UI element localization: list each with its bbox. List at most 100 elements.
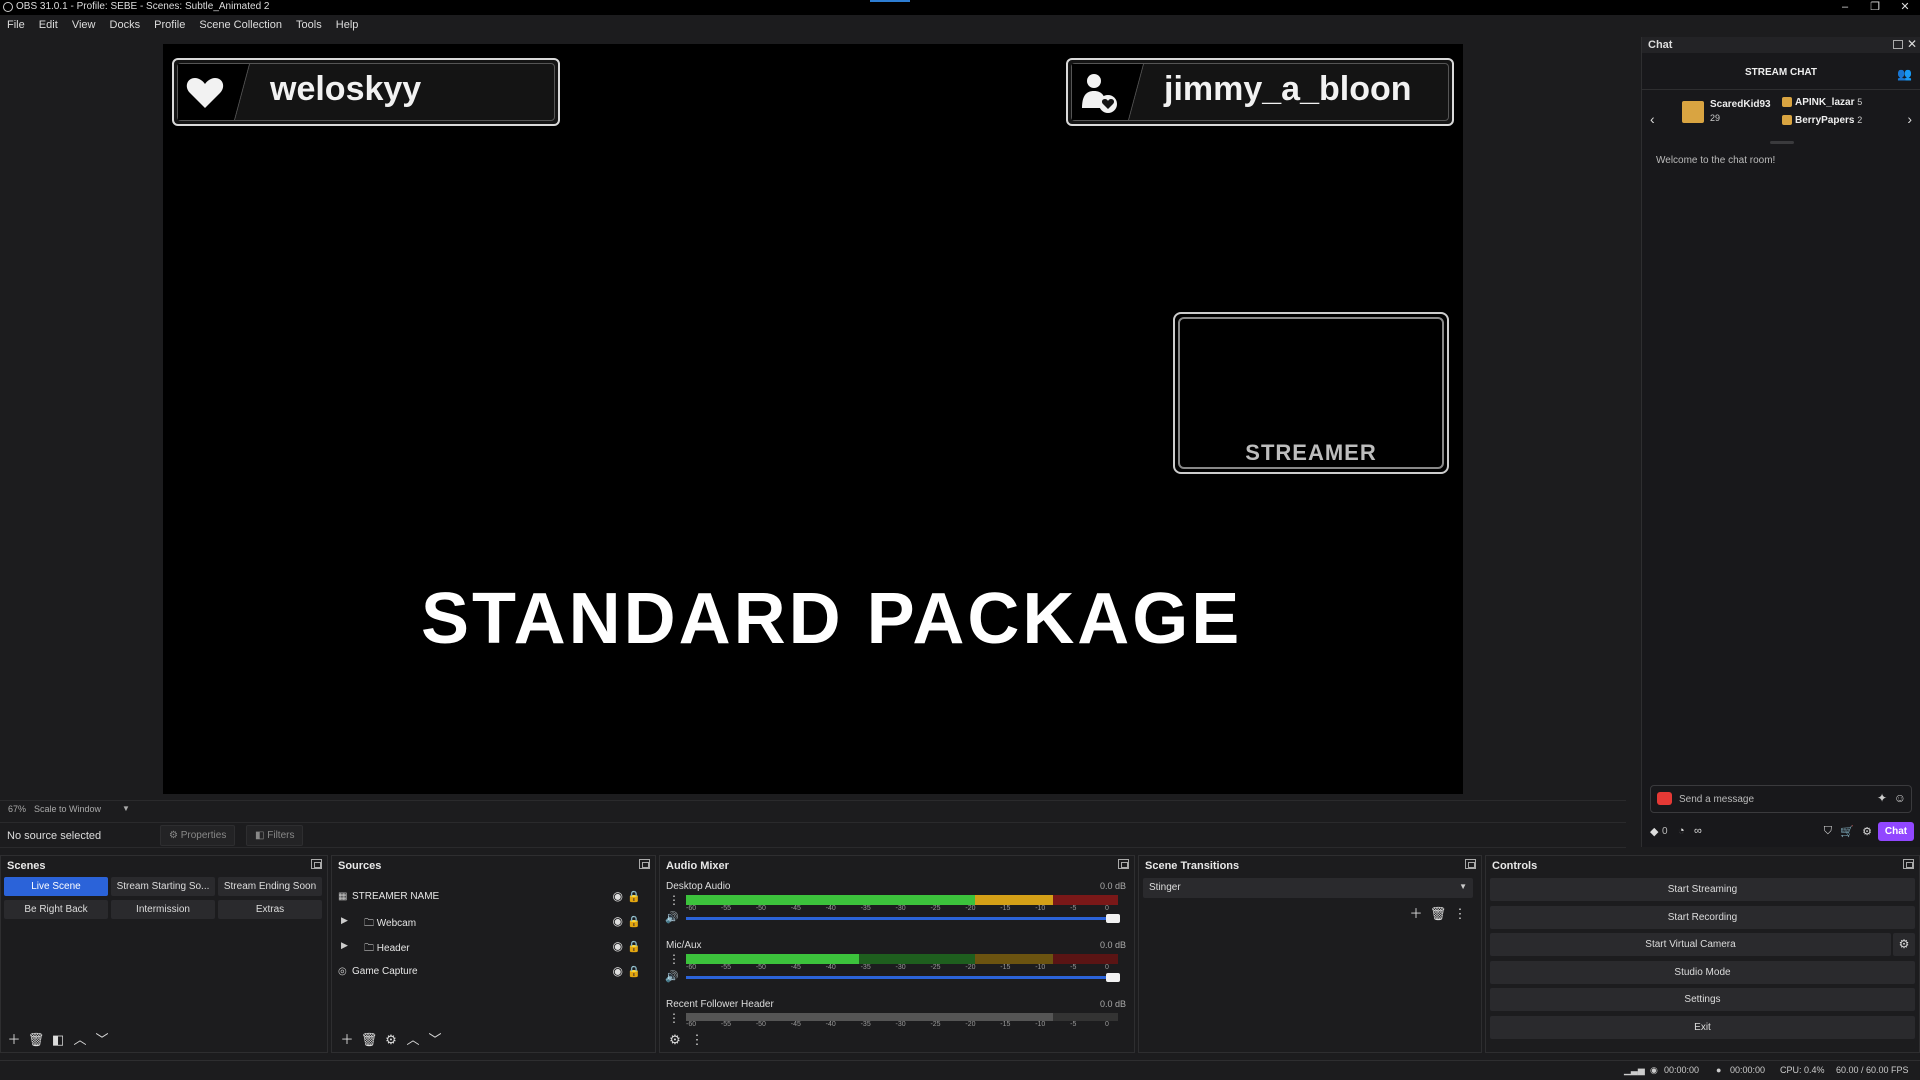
scene-live-scene[interactable]: Live Scene — [4, 877, 108, 896]
expand-arrow-icon[interactable]: ▶ — [341, 915, 348, 926]
close-button[interactable]: ✕ — [1890, 0, 1920, 15]
undock-icon[interactable] — [1465, 859, 1476, 869]
add-transition-icon[interactable]: ＋ — [1407, 906, 1425, 922]
speaker-icon[interactable]: 🔊 — [665, 970, 679, 983]
volume-slider[interactable] — [686, 973, 1120, 982]
channel-menu-icon[interactable]: ⋮ — [668, 893, 680, 907]
preview-canvas[interactable]: weloskyy jimmy_a_bloon STREAMER STANDARD… — [163, 44, 1463, 794]
add-scene-icon[interactable]: ＋ — [5, 1032, 23, 1048]
undock-icon[interactable] — [1893, 40, 1903, 49]
menu-view[interactable]: View — [65, 15, 96, 31]
meter-tick-label: -10 — [1035, 964, 1046, 971]
scene-extras[interactable]: Extras — [218, 900, 322, 919]
menu-edit[interactable]: Edit — [32, 15, 58, 31]
visibility-eye-icon[interactable]: ◉ — [613, 964, 623, 978]
lock-icon[interactable]: 🔒 — [627, 965, 641, 978]
scene-stream-ending-soon[interactable]: Stream Ending Soon — [218, 877, 322, 896]
source-row[interactable]: ▶ 🗀 Webcam ◉ 🔒 — [338, 913, 645, 931]
settings-button[interactable]: Settings — [1490, 988, 1915, 1011]
menu-profile[interactable]: Profile — [147, 15, 185, 31]
channel-menu-icon[interactable]: ⋮ — [668, 1011, 680, 1025]
users-icon[interactable]: 👥 — [1897, 67, 1912, 81]
chevron-left-icon[interactable]: ‹ — [1650, 111, 1655, 127]
zoom-dropdown-icon[interactable]: ▼ — [122, 804, 130, 813]
menu-file[interactable]: File — [0, 15, 25, 31]
add-source-icon[interactable]: ＋ — [338, 1032, 356, 1048]
close-icon[interactable]: ✕ — [1907, 37, 1917, 51]
lock-icon[interactable]: 🔒 — [627, 915, 641, 928]
menu-scene-collection[interactable]: Scene Collection — [192, 15, 282, 31]
scene-filters-icon[interactable]: ◧ — [49, 1032, 67, 1048]
chat-dock-header: Chat ✕ — [1642, 37, 1920, 53]
virtual-camera-gear-icon[interactable]: ⚙ — [1893, 933, 1915, 956]
move-down-icon[interactable]: ﹀ — [93, 1032, 111, 1048]
meter-tick-label: -5 — [1070, 905, 1077, 912]
channel-menu-icon[interactable]: ⋮ — [668, 952, 680, 966]
studio-mode-button[interactable]: Studio Mode — [1490, 961, 1915, 984]
start-virtual-camera-button[interactable]: Start Virtual Camera — [1490, 933, 1891, 956]
expand-arrow-icon[interactable]: ▶ — [341, 940, 348, 951]
scene-intermission[interactable]: Intermission — [111, 900, 215, 919]
transition-menu-icon[interactable]: ⋮ — [1451, 906, 1469, 922]
menu-tools[interactable]: Tools — [289, 15, 322, 31]
remove-source-icon[interactable]: 🗑 — [360, 1032, 378, 1048]
menu-help[interactable]: Help — [329, 15, 359, 31]
minimize-button[interactable]: – — [1830, 0, 1860, 15]
start-streaming-button[interactable]: Start Streaming — [1490, 878, 1915, 901]
menu-docks[interactable]: Docks — [103, 15, 141, 31]
filters-button[interactable]: ◧ Filters — [246, 825, 304, 846]
advanced-audio-gear-icon[interactable]: ⚙ — [666, 1032, 684, 1048]
chat-send-button[interactable]: Chat — [1878, 822, 1914, 841]
properties-button[interactable]: ⚙ Properties — [160, 825, 236, 846]
gear-icon[interactable]: ⚙ — [1862, 825, 1872, 838]
source-row[interactable]: ▶ 🗀 Header ◉ 🔒 — [338, 938, 645, 956]
source-label: Game Capture — [352, 966, 418, 977]
channel-db: 0.0 dB — [1099, 881, 1126, 891]
gift-icon — [1782, 115, 1792, 126]
volume-slider-knob[interactable] — [1106, 914, 1120, 923]
remove-scene-icon[interactable]: 🗑 — [27, 1032, 45, 1048]
gift-cart-icon[interactable]: 🛒 — [1840, 825, 1854, 838]
gifter-name: BerryPapers — [1795, 115, 1855, 126]
volume-slider-knob[interactable] — [1106, 973, 1120, 982]
chat-input[interactable]: Send a message ✦ ☺ — [1650, 785, 1912, 813]
meter-tick-label: -15 — [1000, 905, 1011, 912]
scene-stream-starting-soon[interactable]: Stream Starting So... — [111, 877, 215, 896]
emote-icon[interactable]: ☺ — [1894, 791, 1906, 805]
undock-icon[interactable] — [1118, 859, 1129, 869]
cheer-icon[interactable]: ✦ — [1877, 791, 1887, 805]
volume-meter — [686, 895, 1118, 905]
channel-points-icon[interactable]: ◔ — [1678, 825, 1685, 837]
record-status-icon: ● — [1716, 1065, 1722, 1075]
zoom-mode[interactable]: Scale to Window — [34, 804, 101, 814]
exit-button[interactable]: Exit — [1490, 1016, 1915, 1039]
move-up-icon[interactable]: ︿ — [404, 1032, 422, 1048]
source-row[interactable]: ◎ Game Capture ◉ 🔒 — [338, 963, 645, 981]
visibility-eye-icon[interactable]: ◉ — [613, 939, 623, 953]
move-up-icon[interactable]: ︿ — [71, 1032, 89, 1048]
maximize-button[interactable]: ❐ — [1860, 0, 1890, 15]
chevron-right-icon[interactable]: › — [1907, 111, 1912, 127]
start-recording-button[interactable]: Start Recording — [1490, 906, 1915, 929]
undock-icon[interactable] — [1903, 859, 1914, 869]
remove-transition-icon[interactable]: 🗑 — [1429, 906, 1447, 922]
transition-select[interactable]: Stinger ▼ — [1143, 878, 1473, 898]
lock-icon[interactable]: 🔒 — [627, 940, 641, 953]
lock-icon[interactable]: 🔒 — [627, 890, 641, 903]
shield-icon[interactable]: ⛉ — [1824, 825, 1832, 838]
scene-transitions-dock: Scene Transitions Stinger ▼ ＋ 🗑 ⋮ — [1138, 855, 1482, 1053]
scenes-title: Scenes — [7, 860, 46, 872]
scene-be-right-back[interactable]: Be Right Back — [4, 900, 108, 919]
visibility-eye-icon[interactable]: ◉ — [613, 889, 623, 903]
mixer-menu-icon[interactable]: ⋮ — [688, 1032, 706, 1048]
undock-icon[interactable] — [639, 859, 650, 869]
undock-icon[interactable] — [311, 859, 322, 869]
bits-icon[interactable]: ◆ — [1650, 825, 1658, 838]
volume-slider[interactable] — [686, 914, 1120, 923]
source-properties-gear-icon[interactable]: ⚙ — [382, 1032, 400, 1048]
source-row[interactable]: ▦ STREAMER NAME ◉ 🔒 — [338, 888, 645, 906]
meter-tick-label: -40 — [825, 1021, 836, 1028]
speaker-icon[interactable]: 🔊 — [665, 911, 679, 924]
move-down-icon[interactable]: ﹀ — [426, 1032, 444, 1048]
visibility-eye-icon[interactable]: ◉ — [613, 914, 623, 928]
